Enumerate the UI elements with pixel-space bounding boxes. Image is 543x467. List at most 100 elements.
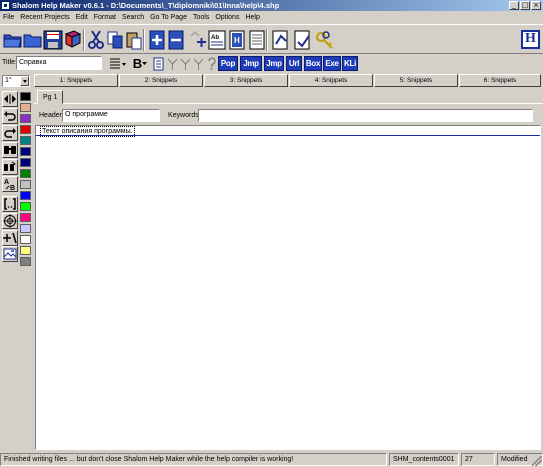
color-swatch[interactable] [20, 169, 31, 178]
menu-tools[interactable]: Tools [190, 14, 212, 21]
url-button[interactable]: Url [286, 56, 302, 71]
color-swatch[interactable] [20, 235, 31, 244]
tab-page-1[interactable]: Pg 1 [37, 90, 64, 104]
spell-icon[interactable]: AB [2, 176, 18, 192]
exe-button[interactable]: Exe [323, 56, 341, 71]
chevron-down-icon[interactable] [20, 76, 29, 86]
snippet-button-6[interactable]: 6: Snippets [459, 74, 541, 87]
menu-search[interactable]: Search [119, 14, 147, 21]
body-text[interactable]: Текст описания программы. [40, 126, 135, 137]
save-icon[interactable] [42, 29, 64, 51]
svg-text:A: A [4, 179, 9, 186]
color-swatch[interactable] [20, 136, 31, 145]
color-swatch[interactable] [20, 224, 31, 233]
close-button[interactable]: × [531, 1, 541, 10]
open-folder-icon[interactable] [2, 29, 24, 51]
compile-run-icon[interactable] [292, 29, 314, 51]
color-swatch[interactable] [20, 158, 31, 167]
status-message: Finished writing files ... but don't clo… [0, 453, 387, 466]
undo-icon[interactable] [2, 108, 18, 124]
menu-format[interactable]: Format [91, 14, 119, 21]
color-swatch[interactable] [20, 202, 31, 211]
replace-icon[interactable] [2, 159, 18, 175]
box-button[interactable]: Box [304, 56, 322, 71]
brackets-icon[interactable] [2, 196, 18, 212]
branch-icon[interactable] [166, 56, 178, 71]
color-swatch[interactable] [20, 114, 31, 123]
books-icon[interactable] [62, 29, 84, 51]
branch-icon[interactable] [179, 56, 191, 71]
window-title: Shalom Help Maker v0.6.1 - D:\Documents\… [12, 1, 280, 10]
kli-button[interactable]: KLi [342, 56, 358, 71]
header-label: Header: [39, 112, 64, 119]
header-input[interactable]: О программе [62, 109, 160, 122]
color-swatch[interactable] [20, 257, 31, 266]
page-area: Pg 1 Header: О программе Keywords: Текст… [34, 90, 543, 450]
menu-file[interactable]: File [0, 14, 17, 21]
document-icon[interactable] [246, 29, 268, 51]
keys-icon[interactable] [314, 29, 336, 51]
question-icon[interactable] [205, 56, 217, 71]
color-swatch[interactable] [20, 125, 31, 134]
page-icon[interactable] [151, 56, 165, 71]
maximize-button[interactable]: □ [520, 1, 530, 10]
paste-icon[interactable] [123, 29, 145, 51]
color-swatch[interactable] [20, 147, 31, 156]
report-icon[interactable] [270, 29, 292, 51]
snippet-button-2[interactable]: 2: Snippets [119, 74, 203, 87]
snippet-button-1[interactable]: 1: Snippets [34, 74, 118, 87]
font-size-value: 1° [5, 77, 12, 84]
resize-horizontal-icon[interactable] [2, 91, 18, 107]
keywords-label: Keywords: [168, 112, 201, 119]
pop-button[interactable]: Pop [218, 56, 238, 71]
bold-button[interactable]: B [130, 56, 150, 71]
title-label: Title: [2, 59, 17, 66]
folder-icon[interactable] [22, 29, 44, 51]
find-icon[interactable] [2, 142, 18, 158]
svg-text:B: B [10, 185, 15, 191]
menu-options[interactable]: Options [212, 14, 242, 21]
format-toolbar: Title: Справка B Pop Jmp Jmp Url Box Exe… [0, 55, 543, 72]
status-contents: SHM_contents0001 [389, 453, 459, 466]
contents-icon[interactable]: Ab [206, 29, 228, 51]
color-swatch[interactable] [20, 213, 31, 222]
target-icon[interactable] [2, 213, 18, 229]
menu-go-to-page[interactable]: Go To Page [147, 14, 190, 21]
editor-line: Текст описания программы. [36, 126, 540, 137]
snippet-button-4[interactable]: 4: Snippets [289, 74, 373, 87]
title-input[interactable]: Справка [16, 56, 102, 70]
color-swatch[interactable] [20, 103, 31, 112]
jmp-button[interactable]: Jmp [240, 56, 262, 71]
color-swatch[interactable] [20, 246, 31, 255]
menu-help[interactable]: Help [242, 14, 262, 21]
branch-icon[interactable] [192, 56, 204, 71]
snippet-bar: 1° 1: Snippets 2: Snippets 3: Snippets 4… [0, 73, 543, 88]
page-panel: Header: О программе Keywords: Текст опис… [34, 103, 543, 450]
snippet-button-3[interactable]: 3: Snippets [204, 74, 288, 87]
svg-text:Ab: Ab [211, 35, 219, 41]
help-button[interactable]: H [521, 30, 540, 49]
bold-label: B [132, 56, 143, 71]
redo-icon[interactable] [2, 125, 18, 141]
menu-recent-projects[interactable]: Recent Projects [17, 14, 72, 21]
jmp-alt-button[interactable]: Jmp [264, 56, 284, 71]
compile-icon[interactable]: H [226, 29, 248, 51]
app-icon [1, 1, 10, 10]
color-swatch[interactable] [20, 180, 31, 189]
image-icon[interactable] [2, 246, 18, 262]
resize-grip[interactable] [532, 456, 542, 466]
editor-area[interactable]: Текст описания программы. [35, 125, 541, 450]
font-size-select[interactable]: 1° [2, 75, 30, 87]
keywords-input[interactable] [198, 109, 533, 122]
svg-text:H: H [234, 36, 240, 45]
menu-edit[interactable]: Edit [73, 14, 91, 21]
align-icon[interactable] [108, 56, 128, 71]
toolbar-separator [143, 29, 145, 51]
chevron-down-icon [142, 62, 148, 65]
color-swatch[interactable] [20, 191, 31, 200]
snippet-button-5[interactable]: 5: Snippets [374, 74, 458, 87]
delete-page-icon[interactable] [165, 29, 187, 51]
color-swatch[interactable] [20, 92, 31, 101]
minimize-button[interactable]: _ [509, 1, 519, 10]
add-link-icon[interactable] [2, 230, 18, 246]
